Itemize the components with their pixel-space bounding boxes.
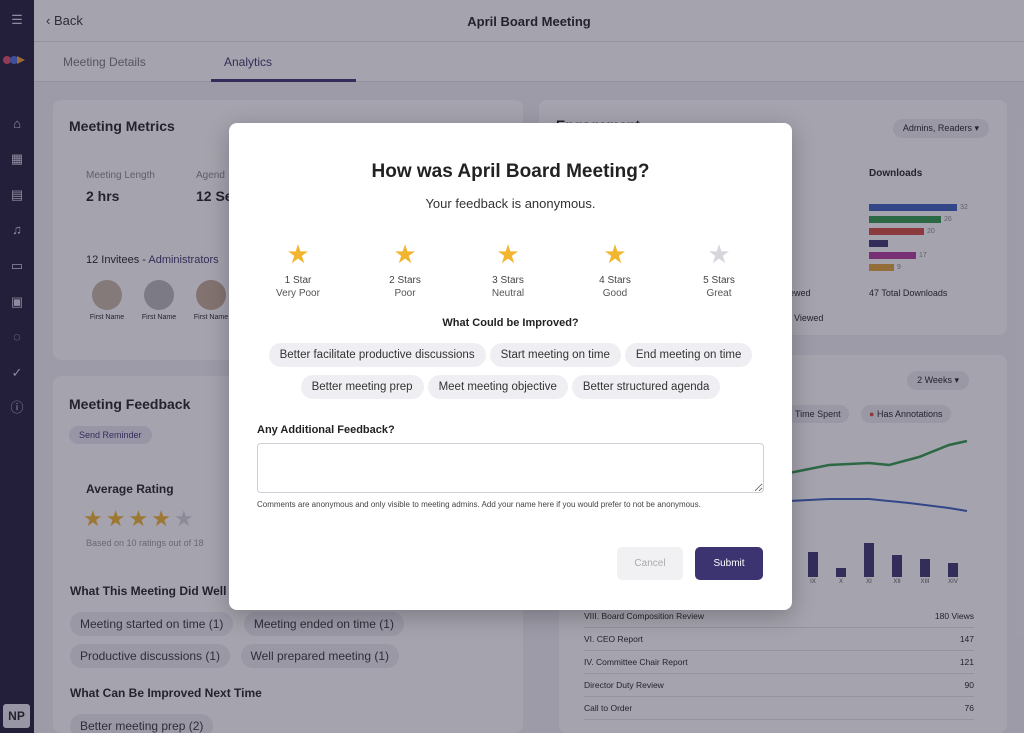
- rating-option-2[interactable]: ★ 2 Stars Poor: [365, 241, 445, 299]
- star-icon: ★: [286, 239, 310, 269]
- cancel-button[interactable]: Cancel: [617, 547, 683, 580]
- rating-option-4[interactable]: ★ 4 Stars Good: [575, 241, 655, 299]
- rating-count: 2 Stars: [389, 275, 421, 286]
- chip-start-on-time[interactable]: Start meeting on time: [489, 343, 621, 367]
- rating-option-1[interactable]: ★ 1 Star Very Poor: [258, 241, 338, 299]
- rating-option-5[interactable]: ★ 5 Stars Great: [679, 241, 759, 299]
- rating-option-3[interactable]: ★ 3 Stars Neutral: [468, 241, 548, 299]
- improve-chip-row: Better facilitate productive discussions…: [229, 343, 792, 367]
- rating-desc: Very Poor: [276, 288, 320, 299]
- chip-meeting-prep[interactable]: Better meeting prep: [300, 375, 424, 399]
- modal-subtitle: Your feedback is anonymous.: [425, 196, 596, 211]
- rating-desc: Poor: [394, 288, 416, 299]
- chip-structured-agenda[interactable]: Better structured agenda: [571, 375, 721, 399]
- rating-desc: Great: [706, 288, 732, 299]
- improve-chip-row: Better meeting prep Meet meeting objecti…: [229, 375, 792, 399]
- star-icon: ★: [393, 239, 417, 269]
- anonymity-note: Comments are anonymous and only visible …: [257, 500, 701, 509]
- rating-desc: Neutral: [491, 288, 525, 299]
- additional-feedback-input[interactable]: [257, 443, 764, 493]
- star-icon: ★: [603, 239, 627, 269]
- rating-count: 3 Stars: [492, 275, 524, 286]
- rating-count: 4 Stars: [599, 275, 631, 286]
- star-icon: ★: [707, 239, 731, 269]
- rating-count: 1 Star: [284, 275, 312, 286]
- modal-title: How was April Board Meeting?: [371, 161, 650, 182]
- star-icon: ★: [496, 239, 520, 269]
- chip-facilitate-discussions[interactable]: Better facilitate productive discussions: [268, 343, 486, 367]
- feedback-modal: How was April Board Meeting? Your feedba…: [229, 123, 792, 610]
- submit-button[interactable]: Submit: [695, 547, 763, 580]
- rating-count: 5 Stars: [703, 275, 735, 286]
- improve-question: What Could be Improved?: [442, 317, 579, 329]
- chip-end-on-time[interactable]: End meeting on time: [624, 343, 753, 367]
- additional-feedback-label: Any Additional Feedback?: [257, 424, 395, 436]
- rating-desc: Good: [602, 288, 628, 299]
- chip-meet-objective[interactable]: Meet meeting objective: [427, 375, 568, 399]
